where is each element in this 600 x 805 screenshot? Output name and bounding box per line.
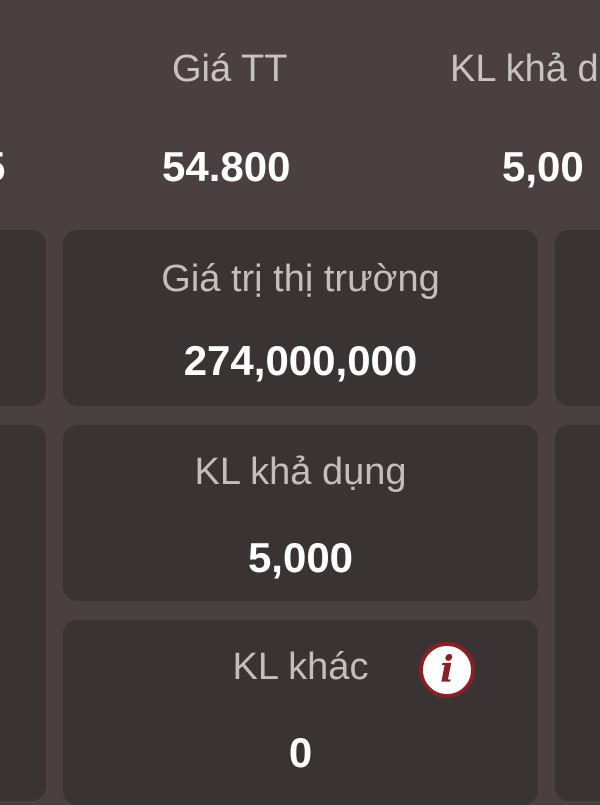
right-card-2[interactable] [555,425,600,801]
info-icon[interactable]: i [419,642,475,698]
price-value: 54.800 [162,143,291,190]
other-qty-value: 0 [288,729,313,776]
left-card-2[interactable] [0,425,46,801]
left-column-value: 5 [0,146,5,188]
available-qty-label: KL khả dụng [194,451,407,493]
market-value-card[interactable]: Giá trị thị trường 274,000,000 [63,230,538,406]
available-qty-header-value: 5,00 [502,143,584,190]
other-qty-card[interactable]: KL khác i 0 [63,620,538,805]
price-label: Giá TT [172,48,288,90]
available-qty-header-label: KL khả d [450,48,599,90]
available-qty-value: 5,000 [247,534,354,581]
right-card-1[interactable] [555,230,600,406]
market-value-label: Giá trị thị trường [161,258,440,300]
left-card-1[interactable] [0,230,46,406]
market-value-amount: 274,000,000 [183,337,418,384]
available-qty-card[interactable]: KL khả dụng 5,000 [63,425,538,601]
